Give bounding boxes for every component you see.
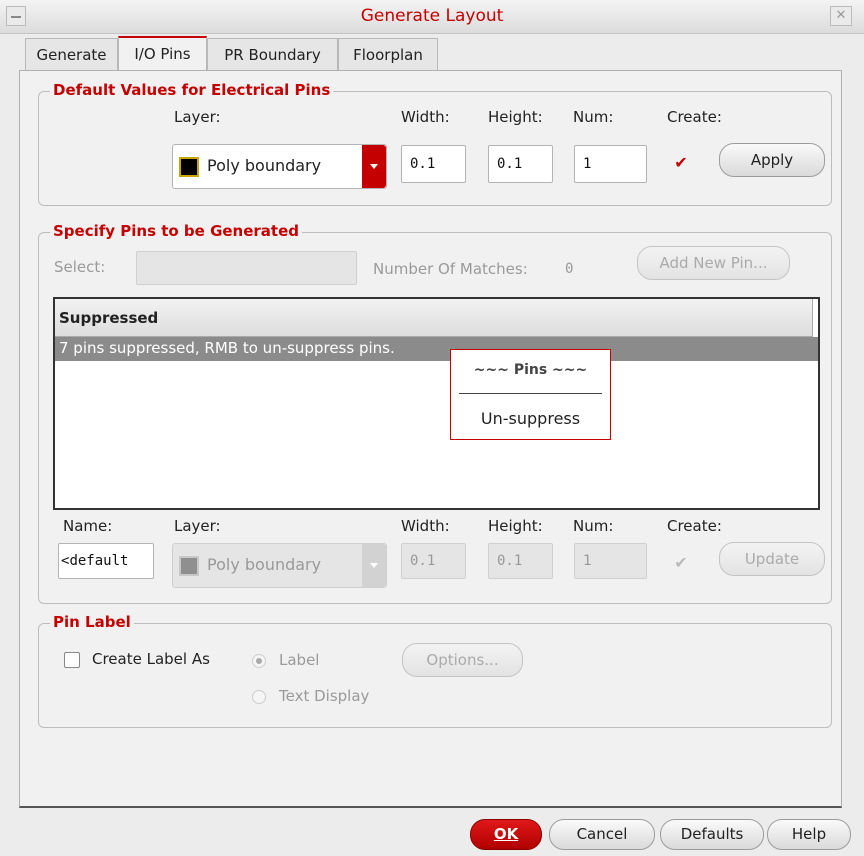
table-row[interactable]: 7 pins suppressed, RMB to un-suppress pi… <box>55 337 818 361</box>
layer-dropdown[interactable]: Poly boundary <box>172 144 387 189</box>
label-radio-label: Label <box>279 651 320 669</box>
pin-name-field[interactable]: default> <box>58 543 154 579</box>
create-label-as-checkbox[interactable] <box>64 652 80 668</box>
help-button[interactable]: Help <box>767 819 851 850</box>
layer-color-swatch <box>179 157 199 177</box>
pin-num-field[interactable]: 1 <box>574 543 647 579</box>
window-title: Generate Layout <box>360 6 504 26</box>
height-label: Height: <box>488 108 543 126</box>
num-label: Num: <box>573 108 614 126</box>
default-values-title: Default Values for Electrical Pins <box>50 81 334 99</box>
pin-layer-color-swatch <box>179 556 199 576</box>
menu-item-un-suppress[interactable]: Un-suppress <box>451 409 610 428</box>
pin-label-title: Pin Label <box>50 613 134 631</box>
pin-num-label: Num: <box>573 517 614 535</box>
tab-io-pins[interactable]: I/O Pins <box>118 36 207 70</box>
table-header[interactable]: Suppressed <box>55 299 813 337</box>
pin-width-field[interactable]: 0.1 <box>401 543 466 579</box>
defaults-button[interactable]: Defaults <box>660 819 764 850</box>
pin-height-field[interactable]: 0.1 <box>488 543 553 579</box>
layer-label: Layer: <box>174 108 221 126</box>
add-new-pin-button[interactable]: Add New Pin... <box>637 246 790 280</box>
num-field[interactable]: 1 <box>574 145 647 183</box>
create-label: Create: <box>667 108 722 126</box>
layer-dropdown-value: Poly boundary <box>207 156 322 175</box>
table-row-text: 7 pins suppressed, RMB to un-suppress pi… <box>59 339 395 357</box>
width-label: Width: <box>401 108 450 126</box>
select-input[interactable] <box>136 251 357 285</box>
tab-pr-boundary[interactable]: PR Boundary <box>207 38 338 70</box>
name-label: Name: <box>63 517 113 535</box>
options-button[interactable]: Options... <box>402 643 523 677</box>
chevron-down-icon[interactable] <box>362 145 386 188</box>
cancel-button[interactable]: Cancel <box>549 819 655 850</box>
pin-width-label: Width: <box>401 517 450 535</box>
context-menu-separator <box>459 393 602 394</box>
number-of-matches-label: Number Of Matches: <box>373 260 528 278</box>
pin-layer-dropdown-value: Poly boundary <box>207 555 322 574</box>
context-menu: ~~~ Pins ~~~ Un-suppress <box>450 349 611 440</box>
context-menu-title: ~~~ Pins ~~~ <box>473 362 588 378</box>
pin-create-checkbox[interactable]: ✔ <box>673 555 689 571</box>
create-label-as-label: Create Label As <box>92 650 210 668</box>
update-button[interactable]: Update <box>719 542 825 576</box>
apply-button[interactable]: Apply <box>719 143 825 177</box>
height-field[interactable]: 0.1 <box>488 145 553 183</box>
ok-button[interactable]: OK <box>470 819 542 850</box>
select-label: Select: <box>54 258 106 276</box>
tab-generate[interactable]: Generate <box>25 38 118 70</box>
specify-pins-title: Specify Pins to be Generated <box>50 222 303 240</box>
title-bar: Generate Layout ✕ <box>0 0 864 34</box>
pin-layer-label: Layer: <box>174 517 221 535</box>
table-header-suppressed: Suppressed <box>59 309 159 327</box>
number-of-matches-value: 0 <box>565 261 574 277</box>
pin-height-label: Height: <box>488 517 543 535</box>
text-display-radio[interactable] <box>252 690 266 704</box>
close-icon[interactable]: ✕ <box>830 6 852 26</box>
width-field[interactable]: 0.1 <box>401 145 466 183</box>
pin-layer-dropdown[interactable]: Poly boundary <box>172 543 387 588</box>
pin-create-label: Create: <box>667 517 722 535</box>
text-display-radio-label: Text Display <box>279 687 370 705</box>
pins-table[interactable]: Suppressed 7 pins suppressed, RMB to un-… <box>53 297 820 510</box>
tab-floorplan[interactable]: Floorplan <box>338 38 438 70</box>
label-radio[interactable] <box>252 654 266 668</box>
create-checkbox[interactable]: ✔ <box>673 155 689 171</box>
chevron-down-icon[interactable] <box>362 544 386 587</box>
